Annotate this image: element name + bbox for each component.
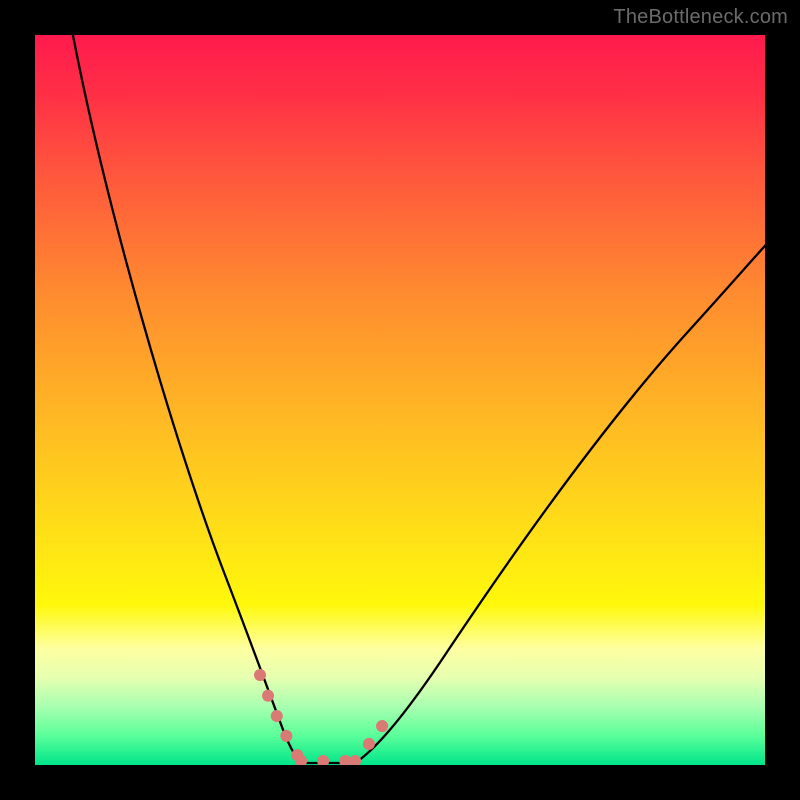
plot-area [35,35,765,765]
right-bottleneck-curve [355,235,765,763]
dotted-left-segment [260,675,301,761]
curve-layer [35,35,765,765]
dotted-right-segment [355,710,393,761]
chart-frame: TheBottleneck.com [0,0,800,800]
watermark-text: TheBottleneck.com [613,6,788,29]
left-bottleneck-curve [71,35,301,763]
